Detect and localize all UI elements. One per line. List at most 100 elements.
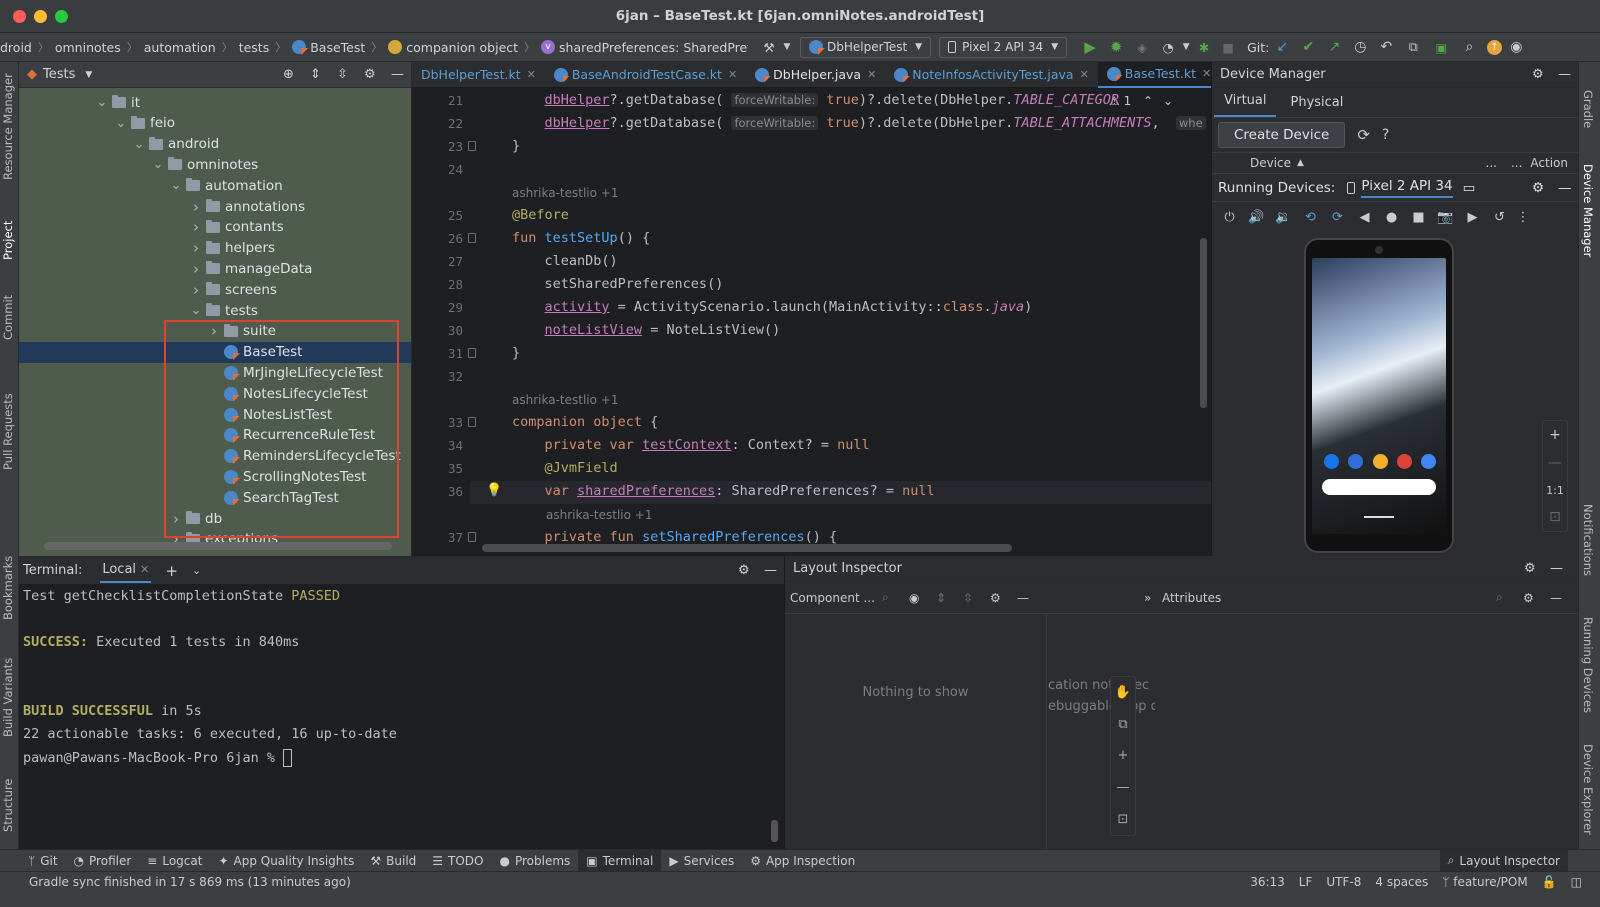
breadcrumb-item[interactable]: tests [239, 40, 270, 55]
tool-gradle[interactable]: Gradle [1581, 90, 1595, 128]
fit-screen-icon[interactable]: ⊡ [1549, 509, 1561, 525]
zoom-out-icon[interactable]: — [1117, 780, 1130, 795]
code-author-annotation[interactable]: ashrika-testlio +1 [512, 393, 618, 407]
gear-icon[interactable]: ⚙ [1524, 561, 1550, 576]
gear-icon[interactable]: ⚙ [738, 563, 764, 578]
apply-changes-icon[interactable]: ✱ [1191, 40, 1217, 55]
breadcrumb-item[interactable]: droid [0, 40, 32, 55]
tool-notifications[interactable]: Notifications [1581, 504, 1595, 576]
record-icon[interactable]: ▶ [1459, 210, 1486, 225]
file-encoding[interactable]: UTF-8 [1326, 875, 1361, 889]
breadcrumb-item[interactable]: omninotes [55, 40, 121, 55]
code-line[interactable]: } [512, 345, 520, 361]
search-icon[interactable]: ⌕ [1455, 39, 1483, 55]
reset-icon[interactable]: ↺ [1486, 210, 1513, 225]
volume-down-icon[interactable]: 🔉 [1270, 210, 1297, 225]
tree-item-helpers[interactable]: › helpers [19, 238, 411, 259]
git-push-icon[interactable]: ↗ [1321, 39, 1347, 55]
home-icon[interactable]: ● [1378, 210, 1405, 225]
code-line[interactable]: noteListView = NoteListView() [512, 322, 781, 338]
terminal-tab-local[interactable]: Local ✕ [100, 558, 152, 583]
close-tab-icon[interactable]: ✕ [1202, 67, 1211, 80]
attach-debugger-icon[interactable]: ◈ [1129, 40, 1155, 55]
zoom-in-icon[interactable]: + [1118, 748, 1129, 763]
user-icon[interactable]: ◉ [1505, 39, 1527, 55]
git-commit-icon[interactable]: ✔ [1295, 39, 1321, 55]
rotate-right-icon[interactable]: ⟳ [1324, 210, 1351, 225]
breadcrumb-item[interactable]: vsharedPreferences: SharedPreferences? [541, 40, 748, 55]
git-branch[interactable]: ᛘ feature/POM [1442, 875, 1527, 889]
profile-icon[interactable]: ◔ [1155, 40, 1181, 55]
tree-item-it[interactable]: ⌄ it [19, 92, 411, 113]
add-tab-icon[interactable]: + [165, 562, 178, 580]
chevron-down-icon[interactable]: ▼ [782, 42, 792, 52]
tool-tab-services[interactable]: ▶ Services [661, 850, 742, 872]
tree-item-omninotes[interactable]: ⌄ omninotes [19, 154, 411, 175]
gear-icon[interactable]: ⚙ [364, 67, 391, 82]
tool-structure[interactable]: Structure [1, 779, 15, 833]
close-tab-icon[interactable]: ✕ [1080, 68, 1089, 81]
gear-icon[interactable]: ⚙ [1532, 67, 1558, 82]
chevron-down-icon[interactable]: ▼ [1181, 42, 1191, 52]
editor-tab-baseandroidtestcase-kt[interactable]: BaseAndroidTestCase.kt ✕ [545, 62, 746, 88]
code-line[interactable]: private var testContext: Context? = null [512, 437, 870, 453]
refresh-icon[interactable]: ⟳ [1357, 126, 1370, 144]
code-line[interactable]: activity = ActivityScenario.launch(MainA… [512, 299, 1033, 315]
tool-tab-todo[interactable]: ☰ TODO [424, 850, 491, 872]
gear-icon[interactable]: ⚙ [990, 591, 1017, 605]
tree-item-tests[interactable]: ⌄ tests [19, 300, 411, 321]
horizontal-scrollbar[interactable] [482, 544, 1012, 552]
code-line[interactable]: var sharedPreferences: SharedPreferences… [512, 483, 935, 499]
code-line[interactable]: cleanDb() [512, 253, 618, 269]
tool-build-variants[interactable]: Build Variants [1, 658, 15, 737]
device-manager-icon[interactable]: ▣ [1427, 40, 1455, 55]
tool-commit[interactable]: Commit [1, 295, 15, 340]
tree-item-annotations[interactable]: › annotations [19, 196, 411, 217]
chevron-down-icon[interactable]: ⌄ [169, 178, 183, 193]
chevron-right-icon[interactable]: › [189, 281, 203, 299]
chevron-down-icon[interactable]: ▼ [85, 70, 92, 80]
project-view-select[interactable]: Tests [43, 67, 75, 82]
zoom-out-icon[interactable]: — [1548, 455, 1562, 471]
tool-bookmarks[interactable]: Bookmarks [1, 556, 15, 620]
code-line[interactable]: } [512, 138, 520, 154]
tool-tab-layout-inspector[interactable]: ⌕ Layout Inspector [1439, 849, 1568, 872]
rollback-icon[interactable]: ↶ [1373, 39, 1399, 55]
indent-setting[interactable]: 4 spaces [1375, 875, 1428, 889]
column-action[interactable]: Action [1530, 156, 1568, 170]
zoom-in-icon[interactable]: + [1549, 427, 1561, 443]
code-author-annotation[interactable]: ashrika-testlio +1 [546, 508, 652, 522]
power-icon[interactable]: ⏻ [1216, 210, 1243, 225]
help-icon[interactable]: ? [1382, 127, 1389, 143]
horizontal-scrollbar[interactable] [44, 542, 392, 550]
column-device[interactable]: Device [1250, 156, 1291, 170]
breadcrumb-item[interactable]: automation [144, 40, 216, 55]
code-line[interactable]: @Before [512, 207, 569, 223]
collapse-all-icon[interactable]: ⇳ [963, 591, 990, 605]
back-icon[interactable]: ◀ [1351, 210, 1378, 225]
tree-item-feio[interactable]: ⌄ feio [19, 113, 411, 134]
history-icon[interactable]: ◷ [1347, 39, 1373, 55]
chevron-down-icon[interactable]: ⌄ [189, 303, 203, 318]
zoom-actual-size[interactable]: 1:1 [1546, 484, 1564, 497]
fit-screen-icon[interactable]: ⊡ [1118, 812, 1129, 827]
google-search-bar[interactable] [1322, 479, 1436, 495]
chevron-down-icon[interactable]: ⌄ [192, 564, 201, 577]
device-mirror-icon[interactable]: ⧉ [1399, 39, 1427, 55]
tree-item-managedata[interactable]: › manageData [19, 258, 411, 279]
hide-icon[interactable]: — [391, 67, 404, 82]
tool-tab-problems[interactable]: ● Problems [492, 850, 579, 872]
running-device-tab[interactable]: Pixel 2 API 34 [1361, 178, 1453, 198]
close-tab-icon[interactable]: ✕ [728, 68, 737, 81]
tool-tab-app-quality-insights[interactable]: ✦ App Quality Insights [210, 850, 362, 872]
hide-icon[interactable]: — [764, 563, 780, 578]
tool-tab-profiler[interactable]: ◔ Profiler [66, 850, 140, 872]
run-configuration-select[interactable]: DbHelperTest ▼ [800, 36, 932, 58]
git-update-icon[interactable]: ↙ [1269, 39, 1295, 55]
update-icon[interactable]: ↑ [1483, 39, 1505, 55]
more-icon[interactable]: ... [1511, 156, 1522, 170]
breadcrumb-item[interactable]: BaseTest [292, 40, 365, 55]
code-author-annotation[interactable]: ashrika-testlio +1 [512, 186, 618, 200]
code-line[interactable]: fun testSetUp() { [512, 230, 650, 246]
volume-up-icon[interactable]: 🔊 [1243, 210, 1270, 225]
